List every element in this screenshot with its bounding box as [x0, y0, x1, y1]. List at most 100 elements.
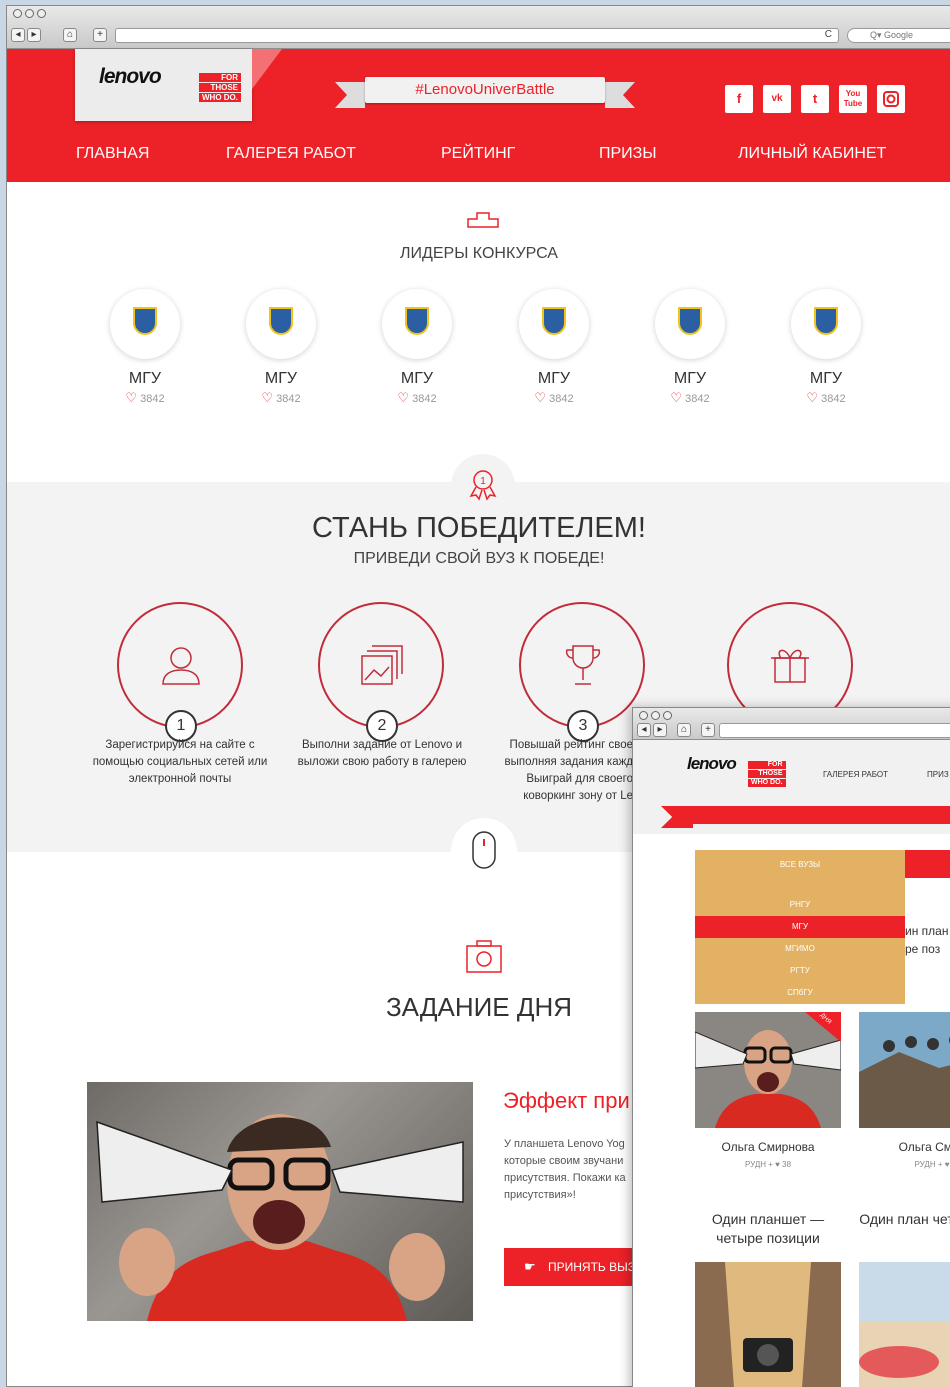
crest-icon [269, 307, 293, 335]
beach-thumb [859, 1262, 950, 1387]
nav-prizes[interactable]: ПРИЗЫ [599, 145, 657, 163]
leaders-section: ЛИДЕРЫ КОНКУРСА МГУ ♡ 3842 МГУ ♡ 3842 МГУ ♡… [7, 182, 950, 482]
dropdown-option[interactable]: ВСЕ ВУЗЫ [695, 850, 905, 880]
card-author[interactable]: Ольга Смирнова [695, 1140, 841, 1154]
facebook-icon[interactable]: f [725, 85, 753, 113]
university-dropdown[interactable]: ВСЕ ВУЗЫ РНГУ МГУ МГИМО РГТУ СПбГУ [695, 850, 905, 1004]
leader-card[interactable]: МГУ ♡ 3842 [245, 289, 317, 406]
second-browser-window: ◂ ▸ ⌂ + lenovo FOR THOSE WHO DO. ГАЛЕРЕЯ … [632, 707, 950, 1387]
minimize-dot[interactable] [651, 711, 660, 720]
university-name: МГУ [400, 370, 434, 387]
ribbon-tail-left [335, 82, 365, 108]
heart-icon[interactable]: ♡ [534, 390, 546, 405]
gallery-card-image[interactable] [695, 1262, 841, 1387]
search-field[interactable]: Q▾ Google [847, 28, 950, 43]
add-tab-icon[interactable]: + [701, 723, 715, 737]
dropdown-option[interactable]: РНГУ [695, 894, 905, 916]
logo-wordmark: lenovo [99, 65, 162, 88]
vk-icon[interactable]: vk [763, 85, 791, 113]
logo-tag-whodo: WHO DO. [748, 779, 786, 787]
lenovo-logo[interactable]: lenovo FOR THOSE WHO DO. [75, 49, 252, 121]
woman-camera-thumb [695, 1262, 841, 1387]
minimize-dot[interactable] [25, 9, 34, 18]
card-title[interactable]: Один планшет — четыре позиции [695, 1210, 841, 1248]
browser-toolbar: ◂ ▸ ⌂ + C Q▾ Google [7, 6, 950, 49]
heart-icon[interactable]: ♡ [125, 390, 137, 405]
crest-icon [678, 307, 702, 335]
scroll-down-button[interactable] [451, 818, 517, 884]
zoom-dot[interactable] [37, 9, 46, 18]
likes-count: 3842 [549, 393, 574, 405]
twitter-icon[interactable]: t [801, 85, 829, 113]
add-tab-icon[interactable]: + [93, 28, 107, 42]
logo-fold [252, 49, 282, 89]
university-name: МГУ [537, 370, 571, 387]
university-name: МГУ [264, 370, 298, 387]
nav-gallery[interactable]: ГАЛЕРЕЯ РАБОТ [823, 770, 888, 779]
window-controls[interactable] [13, 9, 46, 18]
back-icon[interactable]: ◂ [637, 723, 651, 737]
filter-bar [905, 850, 950, 878]
leader-card[interactable]: МГУ ♡ 3842 [109, 289, 181, 406]
nav-prizes[interactable]: ПРИЗ [927, 770, 949, 779]
gallery-icon [361, 645, 403, 685]
home-icon[interactable]: ⌂ [63, 28, 77, 42]
medal-icon: 1 [469, 470, 497, 501]
camera-icon [466, 940, 502, 973]
nav-account[interactable]: ЛИЧНЫЙ КАБИНЕТ [738, 145, 886, 163]
back-icon[interactable]: ◂ [11, 28, 25, 42]
group-on-rocks-thumb [859, 1012, 950, 1128]
card-meta: РУДН + ♥ [914, 1160, 950, 1169]
reload-icon[interactable]: C [825, 29, 832, 40]
zoom-dot[interactable] [663, 711, 672, 720]
leader-card[interactable]: МГУ ♡ 3842 [381, 289, 453, 406]
youtube-icon[interactable]: You Tube [839, 85, 867, 113]
dropdown-option-selected[interactable]: МГУ [695, 916, 905, 938]
gallery-content: ин план ре поз ВСЕ ВУЗЫ РНГУ МГУ МГИМО Р… [633, 834, 950, 1387]
social-links: f vk t You Tube [725, 85, 905, 113]
accept-label: ПРИНЯТЬ ВЫЗ [548, 1260, 635, 1274]
gallery-card-image[interactable] [859, 1012, 950, 1128]
logo-tagline: FOR THOSE WHO DO. [199, 73, 241, 103]
home-icon[interactable]: ⌂ [677, 723, 691, 737]
heart-icon[interactable]: ♡ [806, 390, 818, 405]
leader-card[interactable]: МГУ ♡ 3842 [790, 289, 862, 406]
instagram-icon[interactable] [877, 85, 905, 113]
likes-count: 3842 [140, 393, 165, 405]
heart-icon[interactable]: ♡ [670, 390, 682, 405]
card-title[interactable]: Один план четыре поз [859, 1210, 950, 1229]
close-dot[interactable] [639, 711, 648, 720]
gallery-card-image[interactable] [859, 1262, 950, 1387]
dropdown-option[interactable]: СПбГУ [695, 982, 905, 1004]
task-description: У планшета Lenovo Yog которые своим звуч… [504, 1138, 626, 1201]
leader-card[interactable]: МГУ ♡ 3842 [518, 289, 590, 406]
medal-badge: 1 [451, 454, 515, 518]
crest-icon [133, 307, 157, 335]
screaming-man-thumb [695, 1012, 841, 1128]
thumbs-up-icon: ☛ [524, 1259, 536, 1274]
logo-tag-for: FOR [748, 761, 786, 769]
nav-rating[interactable]: РЕЙТИНГ [441, 145, 515, 163]
leader-card[interactable]: МГУ ♡ 3842 [654, 289, 726, 406]
forward-icon[interactable]: ▸ [653, 723, 667, 737]
step-3-text: Повышай рейтинг свое выполняя задания ка… [504, 739, 633, 802]
browser-toolbar: ◂ ▸ ⌂ + [633, 708, 950, 740]
step-3-circle: 3 [519, 602, 645, 742]
gallery-card-image[interactable]: ДНЯ [695, 1012, 841, 1128]
address-bar[interactable] [719, 723, 950, 738]
site-header: lenovo FOR THOSE WHO DO. ГАЛЕРЕЯ РАБОТ П… [633, 740, 950, 834]
window-controls[interactable] [639, 711, 672, 720]
accept-challenge-button[interactable]: ☛ ПРИНЯТЬ ВЫЗ [504, 1248, 644, 1286]
university-name: МГУ [809, 370, 843, 387]
address-bar[interactable]: C [115, 28, 839, 43]
nav-gallery[interactable]: ГАЛЕРЕЯ РАБОТ [226, 145, 356, 163]
close-dot[interactable] [13, 9, 22, 18]
step-1-text: Зарегистрируйся на сайте с помощью социа… [92, 739, 268, 785]
card-author[interactable]: Ольга Смир [859, 1140, 950, 1154]
forward-icon[interactable]: ▸ [27, 28, 41, 42]
dropdown-option[interactable]: МГИМО [695, 938, 905, 960]
heart-icon[interactable]: ♡ [397, 390, 409, 405]
dropdown-option[interactable]: РГТУ [695, 960, 905, 982]
heart-icon[interactable]: ♡ [261, 390, 273, 405]
nav-home[interactable]: ГЛАВНАЯ [76, 145, 149, 163]
